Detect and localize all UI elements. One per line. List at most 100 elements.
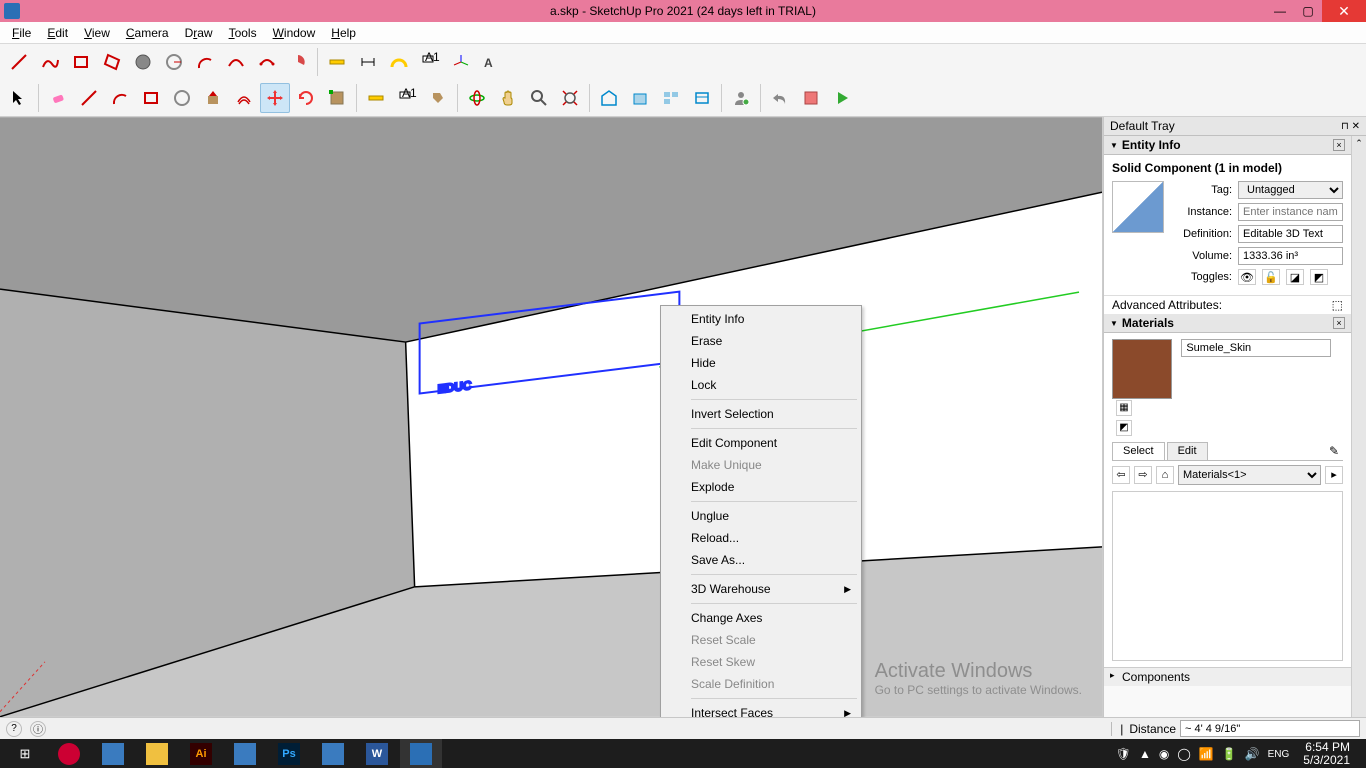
close-icon[interactable]: × bbox=[1333, 317, 1345, 329]
menu-tools[interactable]: Tools bbox=[221, 22, 265, 43]
panel-components-collapsed[interactable]: Components bbox=[1104, 667, 1351, 686]
vcb-input[interactable] bbox=[1180, 720, 1360, 737]
line-tool-2[interactable] bbox=[74, 83, 104, 113]
material-library-select[interactable]: Materials<1> bbox=[1178, 465, 1321, 485]
cm-invert-selection[interactable]: Invert Selection bbox=[663, 403, 859, 425]
tab-select[interactable]: Select bbox=[1112, 442, 1165, 460]
warehouse-tool[interactable] bbox=[594, 83, 624, 113]
move-tool[interactable] bbox=[260, 83, 290, 113]
menu-file[interactable]: File bbox=[4, 22, 39, 43]
menu-edit[interactable]: Edit bbox=[39, 22, 76, 43]
toggle-receive-icon[interactable]: ◩ bbox=[1310, 269, 1328, 285]
tape-tool[interactable] bbox=[322, 47, 352, 77]
cm-reload-[interactable]: Reload... bbox=[663, 527, 859, 549]
cm-save-as-[interactable]: Save As... bbox=[663, 549, 859, 571]
dimension-tool[interactable] bbox=[353, 47, 383, 77]
toggle-shadow-icon[interactable]: ◪ bbox=[1286, 269, 1304, 285]
default-material-icon[interactable]: ◩ bbox=[1116, 420, 1132, 436]
arc2-tool[interactable] bbox=[221, 47, 251, 77]
create-material-icon[interactable]: ▦ bbox=[1116, 400, 1132, 416]
tray-lang[interactable]: ENG bbox=[1268, 749, 1290, 760]
cm-intersect-faces[interactable]: Intersect Faces▶ bbox=[663, 702, 859, 717]
panel-entity-info-header[interactable]: ▼ Entity Info × bbox=[1104, 136, 1351, 155]
circle-tool[interactable] bbox=[128, 47, 158, 77]
taskbar-word[interactable]: W bbox=[356, 739, 398, 768]
cm-explode[interactable]: Explode bbox=[663, 476, 859, 498]
taskbar-photoshop[interactable]: Ps bbox=[268, 739, 310, 768]
user-tool[interactable] bbox=[726, 83, 756, 113]
outliner-tool[interactable] bbox=[687, 83, 717, 113]
menu-window[interactable]: Window bbox=[265, 22, 324, 43]
rotate-tool[interactable] bbox=[291, 83, 321, 113]
taskbar-explorer[interactable] bbox=[136, 739, 178, 768]
pie-tool[interactable] bbox=[283, 47, 313, 77]
pin-icon[interactable]: ⊓ ✕ bbox=[1341, 121, 1360, 132]
cm-lock[interactable]: Lock bbox=[663, 374, 859, 396]
rotated-rect-tool[interactable] bbox=[97, 47, 127, 77]
eraser-tool[interactable] bbox=[43, 83, 73, 113]
tray-network-icon[interactable]: 📶 bbox=[1199, 747, 1214, 761]
protractor-tool[interactable] bbox=[384, 47, 414, 77]
panel-materials-header[interactable]: ▼ Materials × bbox=[1104, 314, 1351, 333]
tray-up-icon[interactable]: ▲ bbox=[1139, 747, 1151, 761]
details-icon[interactable]: ▸ bbox=[1325, 466, 1343, 484]
tag-select[interactable]: Untagged bbox=[1238, 181, 1343, 199]
components-tool[interactable] bbox=[796, 83, 826, 113]
taskbar-app2[interactable] bbox=[224, 739, 266, 768]
orbit-tool[interactable] bbox=[462, 83, 492, 113]
material-name-input[interactable] bbox=[1181, 339, 1331, 357]
definition-input[interactable] bbox=[1238, 225, 1343, 243]
material-grid[interactable] bbox=[1112, 491, 1343, 661]
tray-app-icon[interactable]: ◯ bbox=[1177, 747, 1190, 761]
circle-tool-2[interactable] bbox=[167, 83, 197, 113]
nav-fwd-icon[interactable]: ⇨ bbox=[1134, 466, 1152, 484]
arc3-tool[interactable] bbox=[252, 47, 282, 77]
3d-text-tool[interactable]: A bbox=[477, 47, 507, 77]
home-icon[interactable]: ⌂ bbox=[1156, 466, 1174, 484]
material-swatch[interactable] bbox=[1112, 339, 1172, 399]
menu-view[interactable]: View bbox=[76, 22, 118, 43]
rectangle-tool[interactable] bbox=[66, 47, 96, 77]
advanced-attributes[interactable]: Advanced Attributes: ⬚ bbox=[1104, 295, 1351, 314]
tray-clock[interactable]: 6:54 PM 5/3/2021 bbox=[1297, 741, 1356, 767]
menu-help[interactable]: Help bbox=[323, 22, 364, 43]
geo-icon[interactable]: ? bbox=[6, 721, 22, 737]
close-button[interactable]: ✕ bbox=[1322, 0, 1366, 22]
tray-scrollbar[interactable]: ⌃ bbox=[1351, 136, 1366, 717]
offset-tool[interactable] bbox=[229, 83, 259, 113]
tape-tool-2[interactable] bbox=[361, 83, 391, 113]
expand-icon[interactable]: ⬚ bbox=[1332, 298, 1343, 312]
taskbar-sketchup[interactable] bbox=[400, 739, 442, 768]
zoom-extents-tool[interactable] bbox=[555, 83, 585, 113]
instance-input[interactable] bbox=[1238, 203, 1343, 221]
layout-tool[interactable] bbox=[656, 83, 686, 113]
cm-hide[interactable]: Hide bbox=[663, 352, 859, 374]
taskbar-app1[interactable] bbox=[92, 739, 134, 768]
undo-tool[interactable] bbox=[765, 83, 795, 113]
polygon-tool[interactable] bbox=[159, 47, 189, 77]
freehand-tool[interactable] bbox=[35, 47, 65, 77]
scale-tool[interactable] bbox=[322, 83, 352, 113]
taskbar-illustrator[interactable]: Ai bbox=[180, 739, 222, 768]
taskbar-opera[interactable] bbox=[48, 739, 90, 768]
text-tool-2[interactable]: A1 bbox=[392, 83, 422, 113]
cm-entity-info[interactable]: Entity Info bbox=[663, 308, 859, 330]
menu-camera[interactable]: Camera bbox=[118, 22, 177, 43]
play-tool[interactable] bbox=[827, 83, 857, 113]
toggle-lock-icon[interactable]: 🔓 bbox=[1262, 269, 1280, 285]
text-tool[interactable]: A1 bbox=[415, 47, 445, 77]
line-tool[interactable] bbox=[4, 47, 34, 77]
arc-tool[interactable] bbox=[190, 47, 220, 77]
taskbar-app3[interactable] bbox=[312, 739, 354, 768]
tray-app-icon[interactable]: ◉ bbox=[1159, 747, 1169, 761]
select-tool[interactable] bbox=[4, 83, 34, 113]
tray-battery-icon[interactable]: 🔋 bbox=[1222, 747, 1237, 761]
tab-edit[interactable]: Edit bbox=[1167, 442, 1208, 460]
tray-sound-icon[interactable]: 🔊 bbox=[1245, 747, 1260, 761]
axes-tool[interactable] bbox=[446, 47, 476, 77]
zoom-tool[interactable] bbox=[524, 83, 554, 113]
pushpull-tool[interactable] bbox=[198, 83, 228, 113]
credits-icon[interactable]: ⓘ bbox=[30, 721, 46, 737]
cm-erase[interactable]: Erase bbox=[663, 330, 859, 352]
ext-warehouse-tool[interactable] bbox=[625, 83, 655, 113]
